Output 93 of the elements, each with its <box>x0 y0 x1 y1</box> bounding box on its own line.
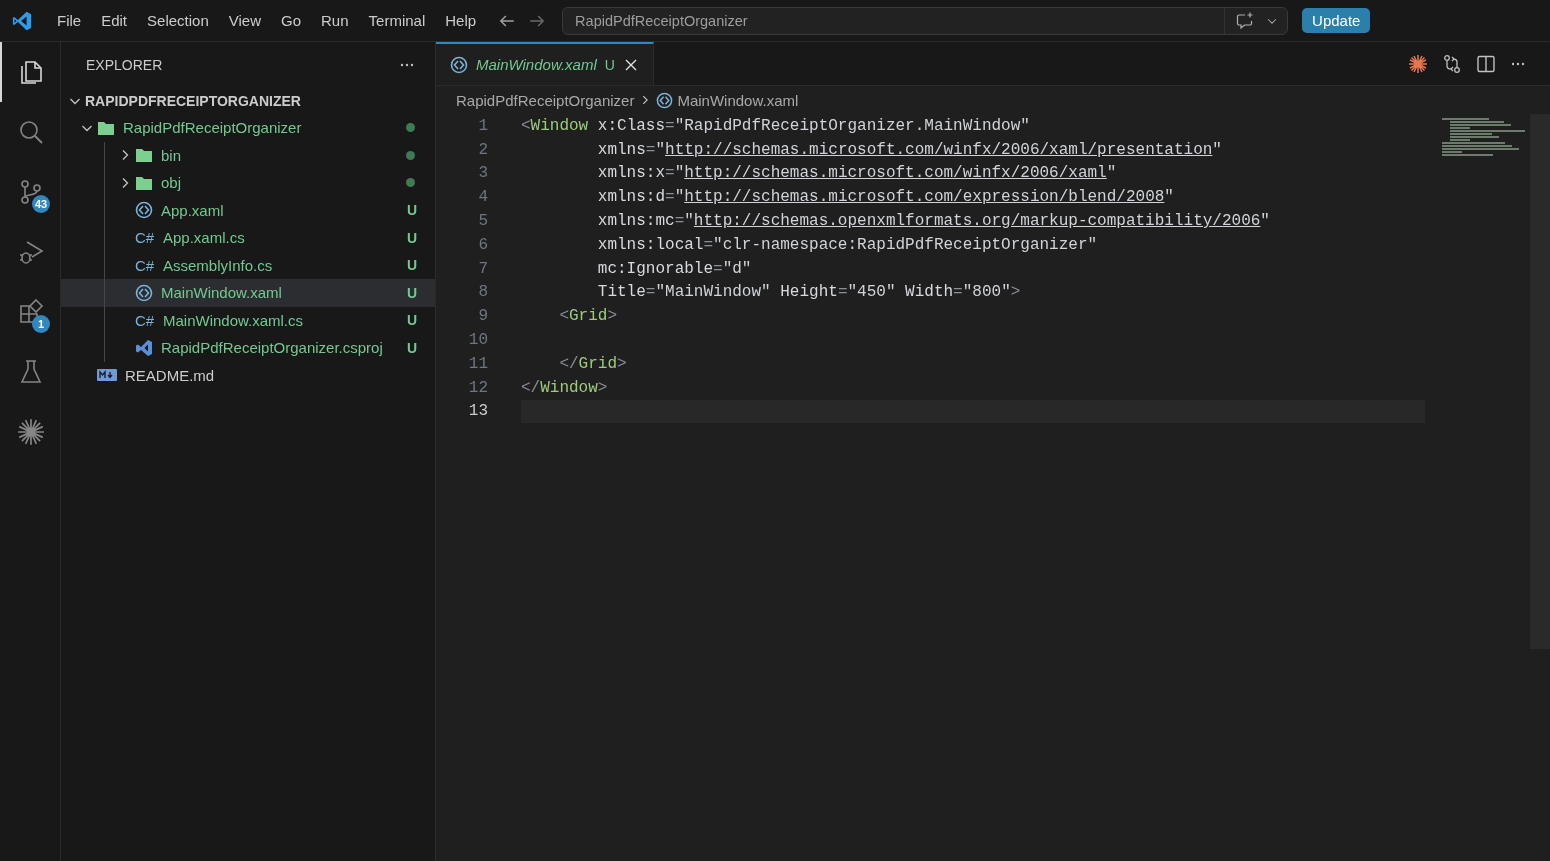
breadcrumb-item[interactable]: RapidPdfReceiptOrganizer <box>456 91 635 109</box>
git-status: U <box>406 202 417 219</box>
menu-item[interactable]: Terminal <box>358 12 436 29</box>
tree-item-label: AssemblyInfo.cs <box>163 256 274 274</box>
tree-item[interactable]: MainWindow.xaml U <box>61 279 435 307</box>
tree-item[interactable]: C# App.xaml.cs U <box>61 224 435 252</box>
menu-item[interactable]: Edit <box>91 12 138 29</box>
activity-item[interactable]: 43 <box>0 162 60 222</box>
panel-title: EXPLORER <box>86 57 163 73</box>
tree-item-label: RapidPdfReceiptOrganizer <box>123 119 303 137</box>
git-status: U <box>406 339 417 356</box>
xaml-file-icon <box>135 283 153 302</box>
line-number: 9 <box>477 307 488 326</box>
line-number: 5 <box>477 212 488 231</box>
code-line: </Grid> <box>558 354 627 373</box>
app-logo-icon <box>11 9 33 32</box>
git-status: U <box>406 284 417 301</box>
tree-item-label: MainWindow.xaml <box>161 284 283 302</box>
search-icon <box>17 118 45 146</box>
xaml-file-icon <box>656 91 674 109</box>
line-number: 1 <box>477 116 488 135</box>
code-line: xmlns:d="http://schemas.microsoft.com/expression/blend/2008" <box>596 188 1174 207</box>
code-line: xmlns:mc="http://schemas.openxmlformats.org/markup-compatibility/2006" <box>596 212 1270 231</box>
tree-item-label: RAPIDPDFRECEIPTORGANIZER <box>85 93 302 109</box>
project-file-icon <box>135 338 153 357</box>
line-number: 4 <box>477 188 488 207</box>
tree-item[interactable]: App.xaml U <box>61 196 435 224</box>
code-line: Title="MainWindow" Height="450" Width="800"> <box>596 283 1021 302</box>
tree-item-label: MainWindow.xaml.cs <box>163 311 305 329</box>
menu-item[interactable]: Go <box>271 12 311 29</box>
xaml-file-icon <box>450 55 468 74</box>
line-number: 13 <box>467 402 488 421</box>
tree-item[interactable]: RapidPdfReceiptOrganizer.csproj U <box>61 334 435 362</box>
code-line: <Grid> <box>558 307 618 326</box>
tree-item[interactable]: C# AssemblyInfo.cs U <box>61 251 435 279</box>
menu-item[interactable]: View <box>218 12 271 29</box>
tree-item-label: RapidPdfReceiptOrganizer.csproj <box>161 339 384 357</box>
line-number: 7 <box>477 259 488 278</box>
tree-item-label: obj <box>161 174 183 192</box>
tree-item-label: App.xaml.cs <box>163 229 246 247</box>
tree-item[interactable]: RapidPdfReceiptOrganizer <box>61 114 435 142</box>
code-line: </Window> <box>521 378 608 397</box>
activity-item[interactable]: 1 <box>0 282 60 342</box>
compare-changes-icon[interactable] <box>1442 53 1462 74</box>
line-number: 10 <box>467 331 488 350</box>
line-number: 12 <box>467 378 488 397</box>
breadcrumb-item[interactable]: MainWindow.xaml <box>677 91 799 109</box>
sparkle-icon[interactable] <box>1408 53 1428 74</box>
menu-item[interactable]: File <box>47 12 92 29</box>
git-status: U <box>604 56 615 73</box>
csharp-file-icon: C# <box>135 229 155 247</box>
markdown-file-icon <box>97 368 117 383</box>
count-badge: 1 <box>32 315 50 333</box>
code-line: mc:Ignorable="d" <box>596 259 752 278</box>
line-number: 2 <box>477 140 488 159</box>
tree-item[interactable]: obj <box>61 169 435 197</box>
tree-item[interactable]: README.md <box>61 361 435 389</box>
git-status: U <box>406 312 417 329</box>
line-number: 3 <box>477 164 488 183</box>
count-badge: 43 <box>32 195 50 213</box>
split-editor-icon[interactable] <box>1476 53 1496 74</box>
menu-item[interactable]: Help <box>435 12 487 29</box>
menu-item[interactable]: Run <box>311 12 359 29</box>
tab-title: MainWindow.xaml <box>476 56 597 73</box>
folder-icon <box>135 174 153 191</box>
tree-item-label: README.md <box>125 366 216 384</box>
code-line: <Window x:Class="RapidPdfReceiptOrganizer.MainWindow" <box>521 116 1030 135</box>
update-button[interactable]: Update <box>1302 8 1371 33</box>
code-line: xmlns:local="clr-namespace:RapidPdfReceiptOrganizer" <box>596 235 1098 254</box>
line-number: 11 <box>467 354 488 373</box>
line-number: 6 <box>477 235 488 254</box>
extensions-icon <box>17 298 45 326</box>
editor-tab[interactable]: MainWindow.xaml U <box>436 42 654 85</box>
menu-item[interactable]: Selection <box>137 12 219 29</box>
sparkle-icon <box>16 417 46 447</box>
git-status: U <box>406 257 417 274</box>
csharp-file-icon: C# <box>135 311 155 329</box>
run-debug-icon <box>17 238 45 266</box>
tree-item[interactable]: C# MainWindow.xaml.cs U <box>61 306 435 334</box>
code-line: xmlns="http://schemas.microsoft.com/winfx/2006/xaml/presentation" <box>596 140 1222 159</box>
tree-item[interactable]: RAPIDPDFRECEIPTORGANIZER <box>61 88 435 114</box>
line-number: 8 <box>477 283 488 302</box>
folder-icon <box>135 147 153 164</box>
xaml-file-icon <box>135 201 153 220</box>
tree-item-label: App.xaml <box>161 201 225 219</box>
git-status: U <box>406 229 417 246</box>
tree-item-label: bin <box>161 146 183 164</box>
tree-item[interactable]: bin <box>61 141 435 169</box>
chat-sparkle-icon[interactable] <box>1235 10 1256 31</box>
command-center[interactable]: RapidPdfReceiptOrganizer <box>562 6 1289 35</box>
folder-icon <box>97 119 115 136</box>
code-line: xmlns:x="http://schemas.microsoft.com/winfx/2006/xaml" <box>596 164 1117 183</box>
csharp-file-icon: C# <box>135 256 155 274</box>
